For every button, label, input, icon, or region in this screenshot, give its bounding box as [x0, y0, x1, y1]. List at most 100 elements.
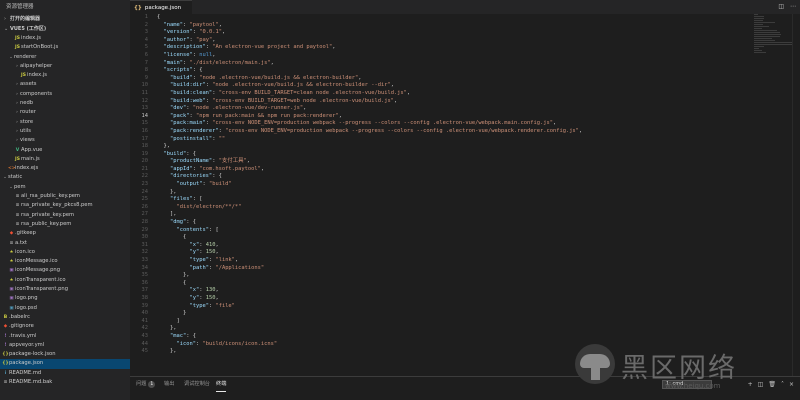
tree-item[interactable]: ! appveyor.yml	[0, 341, 130, 350]
code-token: ,	[260, 165, 265, 172]
code-line: 30 {	[130, 234, 800, 242]
code-text: },	[157, 272, 190, 280]
code-line: 18 },	[130, 143, 800, 151]
file-type-icon: ▣	[9, 296, 14, 302]
line-number: 2	[144, 21, 148, 28]
tab-package-json[interactable]: {} package.json	[130, 0, 192, 14]
code-token: "pack:main"	[169, 120, 206, 127]
code-line: 33 "type": "link",	[130, 257, 800, 265]
panel-tab-debug-console[interactable]: 调试控制台	[184, 377, 210, 392]
tree-item[interactable]: JSindex.js	[0, 71, 130, 80]
tree-item[interactable]: › router	[0, 108, 130, 117]
code-line: 2 "name": "paytool",	[130, 22, 800, 30]
tree-item-label: store	[20, 118, 34, 125]
split-editor-icon[interactable]: ◫	[778, 3, 784, 10]
more-actions-icon[interactable]: ⋯	[790, 3, 796, 10]
tree-item-label: README.md	[9, 369, 42, 376]
code-token: ]	[157, 317, 180, 324]
tree-item[interactable]: B .babelrc	[0, 313, 130, 322]
code-token: 130	[205, 287, 216, 294]
tree-item[interactable]: › components	[0, 90, 130, 99]
tree-item-label: package-lock.json	[9, 351, 56, 358]
code-token: {	[157, 234, 187, 241]
code-line: 21 "appId": "com.hsoft.paytool",	[130, 166, 800, 174]
panel-tab-problems[interactable]: 问题 1	[136, 377, 156, 392]
tree-item[interactable]: JSstartOnBoot.js	[0, 43, 130, 52]
editor-scrollbar[interactable]	[792, 14, 800, 376]
tree-item[interactable]: ▣logo.psd	[0, 304, 130, 313]
line-number: 11	[141, 89, 149, 96]
code-token: ,	[393, 97, 398, 104]
code-token: "license"	[163, 51, 193, 58]
tree-item[interactable]: ≡ rsa_public_key.pem	[0, 220, 130, 229]
file-type-icon: ◆	[3, 324, 8, 330]
tree-item[interactable]: ★icon.ico	[0, 248, 130, 257]
tree-item[interactable]: ★iconMessage.ico	[0, 257, 130, 266]
tree-item[interactable]: ≡ README.md.bak	[0, 378, 130, 387]
tree-item[interactable]: JSmain.js	[0, 155, 130, 164]
line-number: 8	[144, 67, 148, 74]
minimap[interactable]	[754, 14, 792, 54]
code-line: 1{	[130, 14, 800, 22]
panel-tab-output[interactable]: 输出	[164, 377, 174, 392]
tree-item[interactable]: ▣logo.png	[0, 294, 130, 303]
tree-item[interactable]: › nedb	[0, 99, 130, 108]
tree-item[interactable]: {}package-lock.json	[0, 350, 130, 359]
code-token: "/Applications"	[215, 264, 265, 271]
tree-item[interactable]: ≡ ali_rsa_public_key.pem	[0, 192, 130, 201]
code-token: ,	[234, 257, 239, 263]
line-number: 1	[144, 14, 148, 20]
tree-item[interactable]: i README.md	[0, 369, 130, 378]
tree-item[interactable]: ▣iconMessage.png	[0, 266, 130, 275]
tab-label: package.json	[144, 5, 182, 11]
line-number: 36	[141, 279, 149, 286]
tree-item[interactable]: ≡ a.txt	[0, 239, 130, 248]
code-token: "name"	[163, 21, 183, 28]
tree-item[interactable]: <>index.ejs	[0, 164, 130, 173]
tree-item[interactable]: › alipayhelper	[0, 62, 130, 71]
tree-item[interactable]: ◆ .gitignore	[0, 322, 130, 331]
workspace-section[interactable]: ⌄ VUE5 (工作区)	[0, 24, 130, 34]
code-token: "npm run pack:main && npm run pack:rende…	[195, 112, 339, 119]
line-number: 5	[144, 44, 148, 51]
code-text: "directories": {	[157, 173, 222, 181]
tree-item[interactable]: ★iconTransparent.ico	[0, 276, 130, 285]
code-token: "icon"	[176, 340, 196, 347]
tree-item-label: iconTransparent.png	[15, 286, 68, 293]
tree-item[interactable]: JSindex.js	[0, 34, 130, 43]
tree-item[interactable]: › assets	[0, 80, 130, 89]
tree-item[interactable]: {}package.json	[0, 359, 130, 369]
tree-item[interactable]: ≡ rsa_private_key.pem	[0, 211, 130, 220]
code-text: "productName": "支付工具",	[157, 158, 250, 166]
code-token: "version"	[163, 29, 193, 36]
open-editors-section[interactable]: › 打开的编辑器	[0, 14, 130, 24]
tree-item[interactable]: ≡ rsa_private_key_pkcs8.pem	[0, 201, 130, 210]
tree-item[interactable]: › views	[0, 136, 130, 145]
tree-item[interactable]: › store	[0, 118, 130, 127]
code-token: "./dist/electron/main.js"	[189, 59, 271, 66]
code-token: "build"	[169, 74, 193, 81]
tree-item[interactable]: V App.vue	[0, 146, 130, 155]
tree-item[interactable]: ⌄pem	[0, 183, 130, 192]
line-number: 12	[141, 97, 149, 104]
line-number: 23	[141, 181, 149, 188]
panel-tab-terminal[interactable]: 终端	[216, 377, 227, 392]
tree-item[interactable]: ⌄static	[0, 173, 130, 182]
tree-item[interactable]: › utils	[0, 127, 130, 136]
tree-item[interactable]: ! .travis.yml	[0, 332, 130, 341]
tree-item-label: startOnBoot.js	[21, 44, 59, 51]
code-editor[interactable]: 1{2 "name": "paytool", 3 "version": "0.0.…	[130, 14, 800, 376]
line-number: 10	[141, 82, 149, 89]
tree-item[interactable]: ◆ .gitkeep	[0, 229, 130, 238]
tree-item[interactable]: ▣iconTransparent.png	[0, 285, 130, 294]
tree-item[interactable]: ⌄renderer	[0, 53, 130, 62]
